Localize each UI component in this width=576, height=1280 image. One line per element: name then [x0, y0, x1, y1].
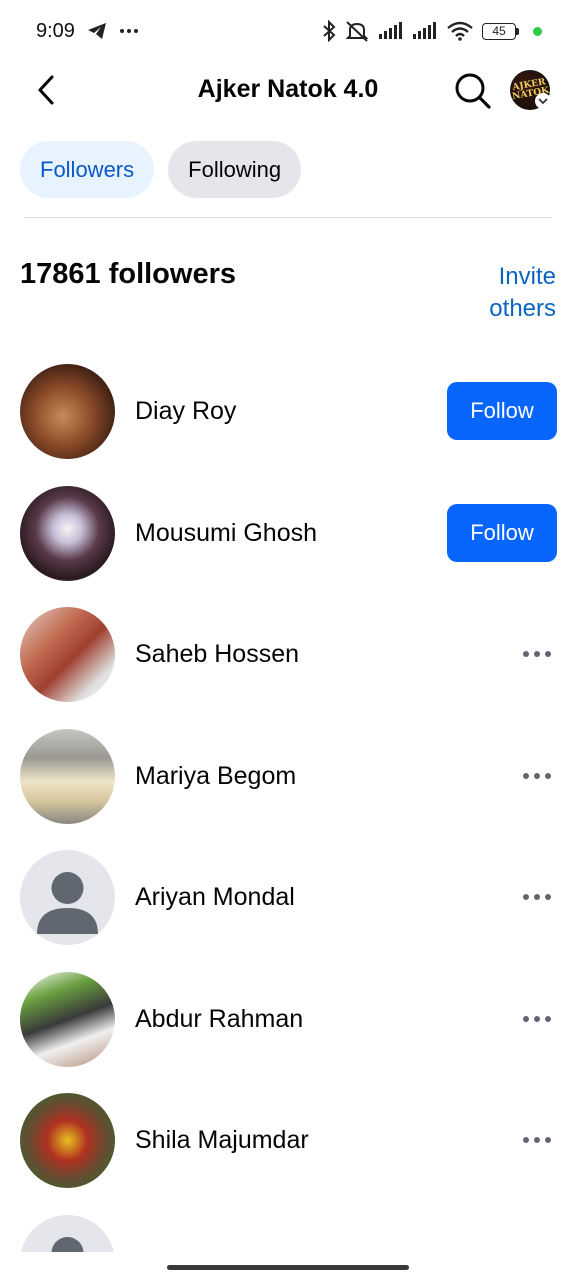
more-icon — [119, 29, 138, 33]
list-item[interactable]: Diay Roy Follow — [0, 362, 576, 484]
status-time: 9:09 — [36, 19, 75, 42]
chevron-down-icon — [538, 98, 548, 105]
list-item[interactable]: Mousumi Ghosh Follow — [0, 484, 576, 606]
avatar[interactable] — [20, 850, 115, 945]
followers-count: 17861 followers — [20, 258, 236, 290]
home-indicator[interactable] — [167, 1265, 409, 1270]
default-avatar-icon — [37, 872, 98, 934]
signal-icon — [379, 22, 402, 39]
profile-menu-chevron[interactable] — [535, 93, 551, 109]
avatar[interactable] — [20, 971, 115, 1067]
more-options-button[interactable] — [516, 886, 558, 908]
follower-name[interactable]: Ariyan Mondal — [135, 883, 295, 912]
follower-name[interactable]: Abdur Rahman — [135, 1005, 303, 1034]
more-options-button[interactable] — [516, 1129, 558, 1151]
battery-tip — [516, 27, 519, 35]
list-item[interactable]: Saheb Hossen — [0, 605, 576, 727]
search-icon — [455, 73, 491, 109]
avatar[interactable] — [20, 728, 115, 824]
wifi-icon — [447, 21, 473, 41]
divider — [25, 217, 551, 218]
mute-icon — [345, 21, 369, 42]
follower-name[interactable]: Diay Roy — [135, 397, 236, 426]
list-item[interactable]: Ariyan Mondal — [0, 848, 576, 970]
battery-level: 45 — [482, 22, 516, 40]
follower-name[interactable]: Mousumi Ghosh — [135, 519, 317, 548]
battery-icon: 45 — [482, 22, 519, 40]
bluetooth-icon — [323, 20, 336, 42]
avatar[interactable] — [20, 607, 115, 702]
more-options-button[interactable] — [516, 643, 558, 665]
follow-button[interactable]: Follow — [447, 382, 557, 440]
status-right: 45 — [322, 20, 542, 42]
avatar[interactable] — [20, 485, 115, 581]
follower-name[interactable]: Mariya Begom — [135, 762, 296, 791]
search-button[interactable] — [452, 70, 494, 112]
list-item[interactable]: Abdur Rahman — [0, 970, 576, 1092]
follow-button[interactable]: Follow — [447, 503, 557, 562]
back-button[interactable] — [26, 70, 66, 110]
follower-name[interactable]: Saheb Hossen — [135, 640, 299, 669]
invite-others-link[interactable]: Invite others — [446, 261, 556, 325]
followers-list: Diay Roy Follow Mousumi Ghosh Follow Sah… — [0, 362, 576, 1280]
privacy-indicator-dot — [533, 26, 542, 36]
status-left: 9:09 — [36, 20, 139, 43]
list-item[interactable]: Shila Majumdar — [0, 1091, 576, 1213]
header: Ajker Natok 4.0 AJKER NATOK — [0, 62, 576, 118]
telegram-icon — [87, 23, 106, 39]
chevron-left-icon — [38, 75, 54, 105]
tab-followers[interactable]: Followers — [20, 141, 155, 198]
more-options-button[interactable] — [516, 1008, 558, 1030]
more-options-button[interactable] — [516, 765, 558, 787]
follower-name[interactable]: Shila Majumdar — [135, 1126, 309, 1155]
tab-bar: Followers Following — [20, 141, 302, 198]
signal-icon — [413, 22, 436, 39]
avatar[interactable] — [20, 1093, 115, 1188]
list-item[interactable]: Mariya Begom — [0, 727, 576, 849]
status-bar: 9:09 45 — [0, 0, 576, 62]
tab-following[interactable]: Following — [168, 141, 302, 198]
avatar[interactable] — [20, 364, 115, 459]
